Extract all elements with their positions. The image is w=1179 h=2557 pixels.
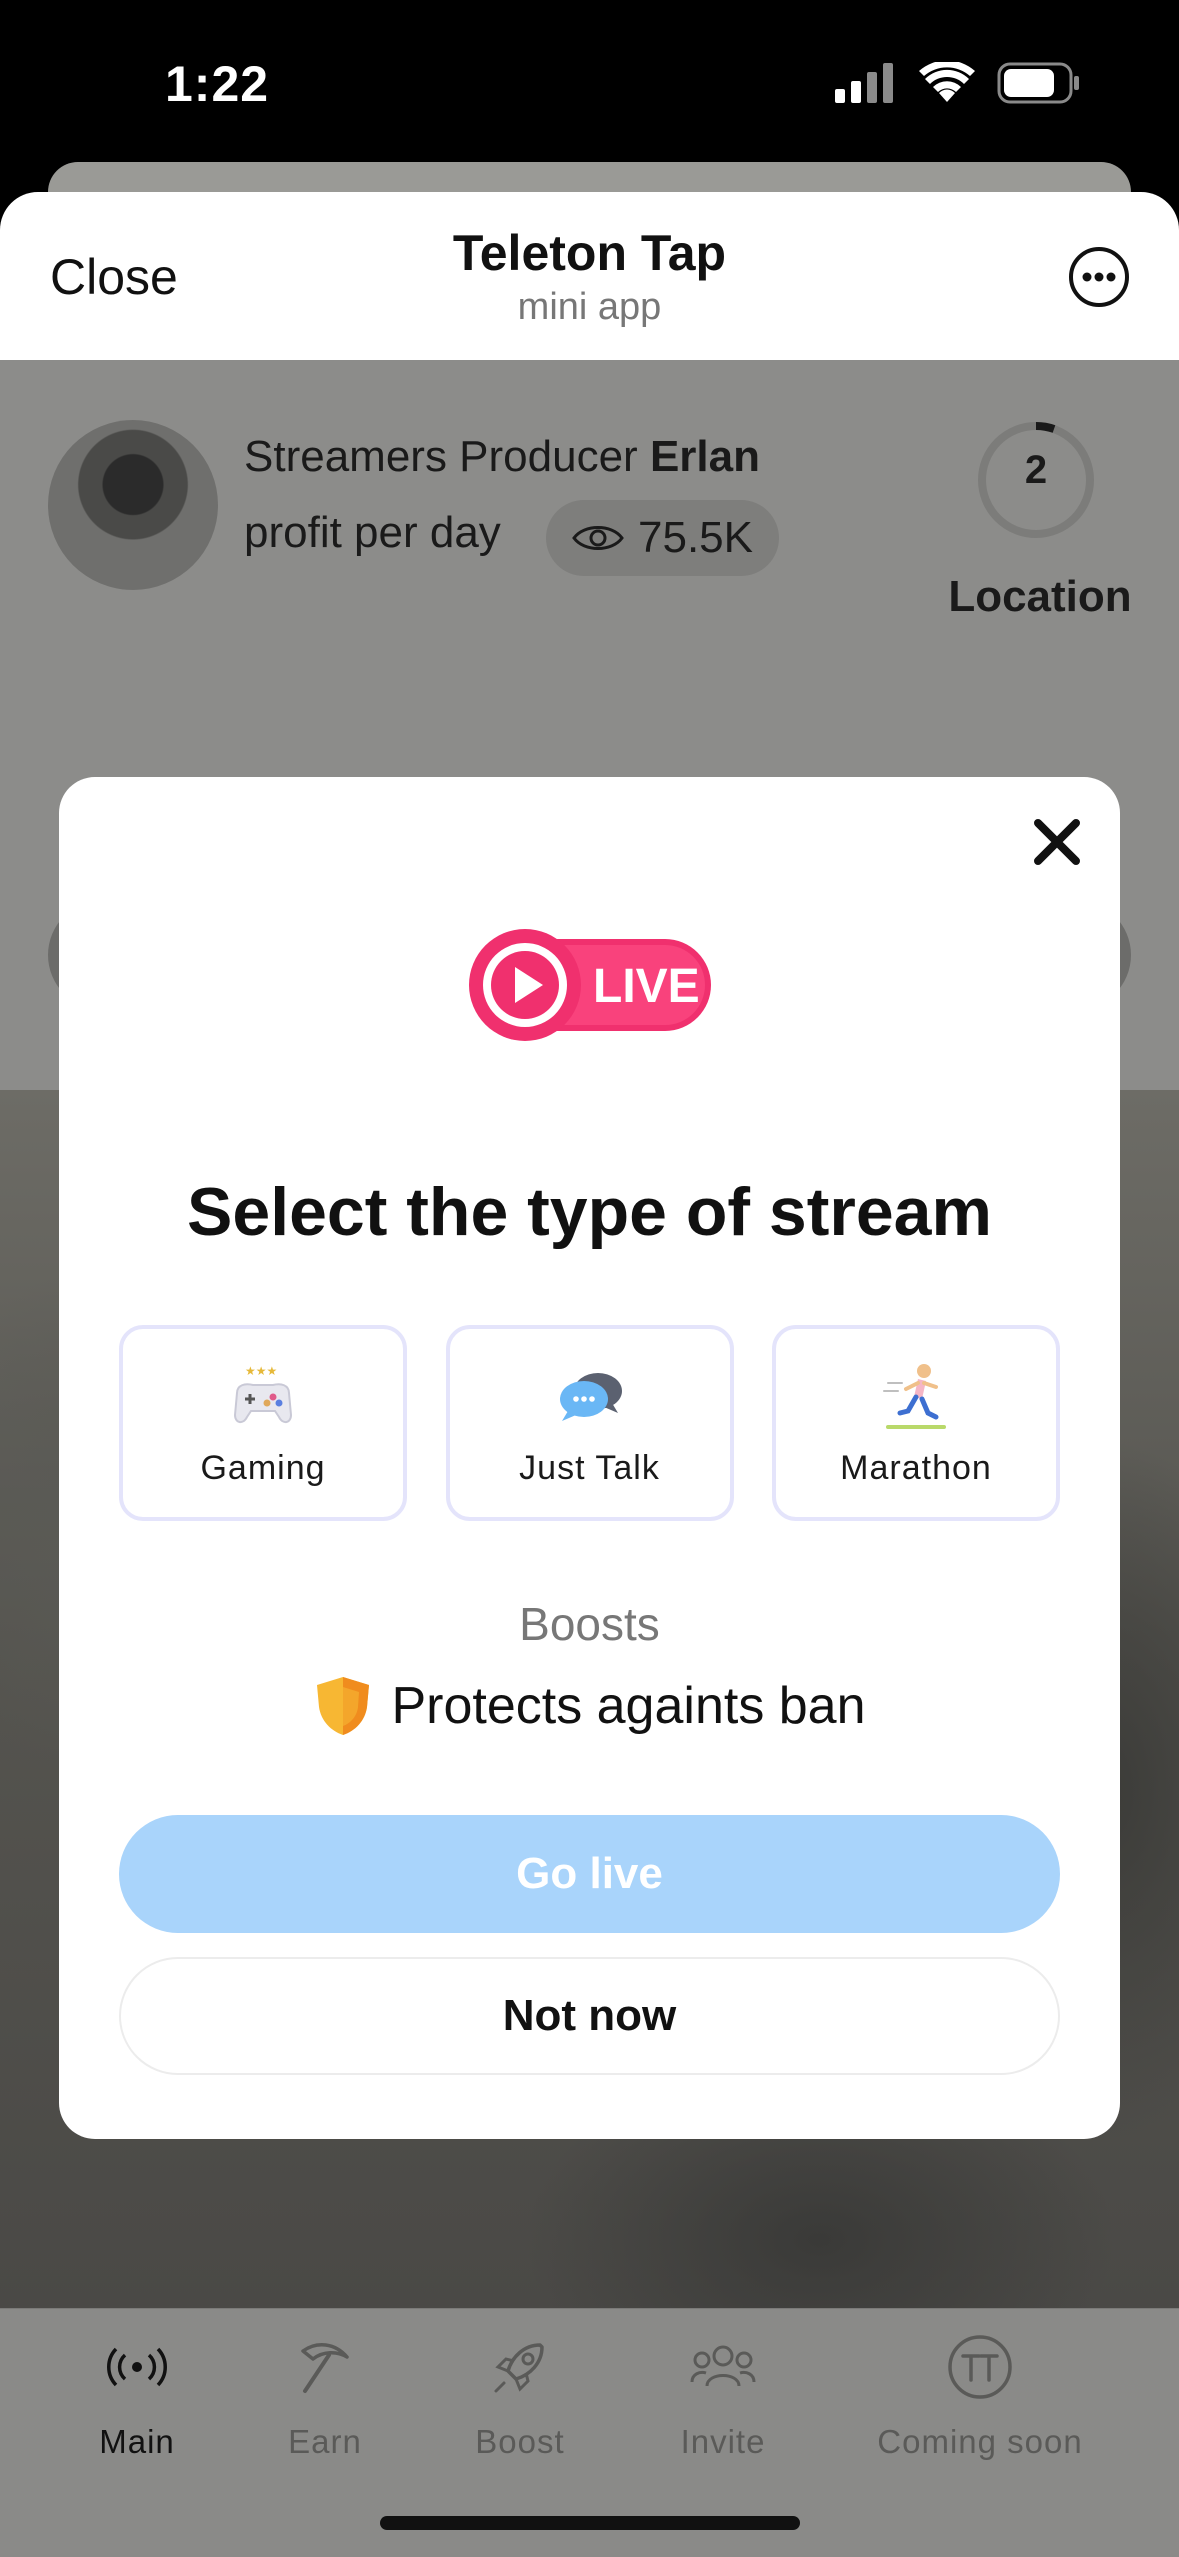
- nav-item-boost[interactable]: Boost: [410, 2329, 630, 2461]
- nav-item-earn[interactable]: Earn: [215, 2329, 435, 2461]
- boost-text: Protects againts ban: [391, 1677, 866, 1735]
- chat-bubbles-icon: [559, 1372, 622, 1421]
- nav-label: Coming soon: [877, 2423, 1083, 2460]
- views-badge: 75.5K: [546, 500, 779, 576]
- option-label: Marathon: [840, 1448, 992, 1487]
- app-subtitle: mini app: [517, 286, 662, 328]
- stream-option-just-talk[interactable]: Just Talk: [445, 1325, 734, 1521]
- nav-item-main[interactable]: Main: [27, 2329, 247, 2461]
- nav-label: Main: [99, 2423, 175, 2460]
- live-logo-text: LIVE: [593, 960, 700, 1013]
- avatar[interactable]: [48, 420, 218, 590]
- signal-icon: [835, 63, 893, 103]
- stream-type-modal: LIVE Select the type of stream ★★★ Gamin…: [59, 777, 1120, 2139]
- status-time: 1:22: [165, 56, 270, 112]
- battery-icon: [997, 62, 1079, 104]
- location-label: Location: [948, 572, 1132, 621]
- nav-label: Boost: [475, 2423, 565, 2460]
- ellipsis-circle-icon[interactable]: [1068, 246, 1130, 308]
- stream-type-options: ★★★ Gaming Just Talk Marathon: [119, 1325, 1060, 1521]
- views-count: 75.5K: [638, 513, 753, 562]
- eye-icon: [572, 526, 624, 550]
- stream-option-gaming[interactable]: ★★★ Gaming: [119, 1325, 407, 1521]
- producer-title: Streamers Producer Erlan: [244, 432, 760, 482]
- nav-item-coming-soon[interactable]: Coming soon: [870, 2329, 1090, 2461]
- producer-name: Erlan: [649, 432, 760, 481]
- location-number: 2: [1024, 448, 1048, 492]
- go-live-button[interactable]: Go live: [119, 1815, 1060, 1933]
- boost-item: Protects againts ban: [59, 1675, 1120, 1737]
- profit-label: profit per day: [244, 508, 501, 557]
- stream-option-marathon[interactable]: Marathon: [772, 1325, 1060, 1521]
- shield-icon: [317, 1677, 370, 1735]
- rocket-icon: [482, 2329, 558, 2405]
- nav-label: Invite: [680, 2423, 766, 2460]
- svg-text:★★★: ★★★: [245, 1364, 277, 1378]
- close-icon[interactable]: [1022, 807, 1092, 877]
- not-now-button[interactable]: Not now: [119, 1957, 1060, 2075]
- friends-icon: [685, 2329, 761, 2405]
- modal-title: Select the type of stream: [187, 1174, 992, 1250]
- option-label: Just Talk: [519, 1448, 660, 1487]
- pickaxe-icon: [287, 2329, 363, 2405]
- status-icons: [835, 62, 1081, 104]
- tt-coin-icon: [942, 2329, 1018, 2405]
- wifi-icon: [919, 62, 975, 102]
- option-label: Gaming: [200, 1448, 326, 1487]
- producer-role: Streamers Producer: [244, 432, 638, 481]
- app-title: Teleton Tap: [452, 225, 727, 281]
- boosts-heading: Boosts: [519, 1598, 660, 1650]
- home-indicator: [380, 2516, 800, 2530]
- gamepad-icon: ★★★: [233, 1364, 293, 1423]
- nav-label: Earn: [288, 2423, 362, 2460]
- nav-item-invite[interactable]: Invite: [613, 2329, 833, 2461]
- live-logo: LIVE: [469, 929, 711, 1041]
- runner-icon: [883, 1363, 946, 1429]
- broadcast-icon: [99, 2329, 175, 2405]
